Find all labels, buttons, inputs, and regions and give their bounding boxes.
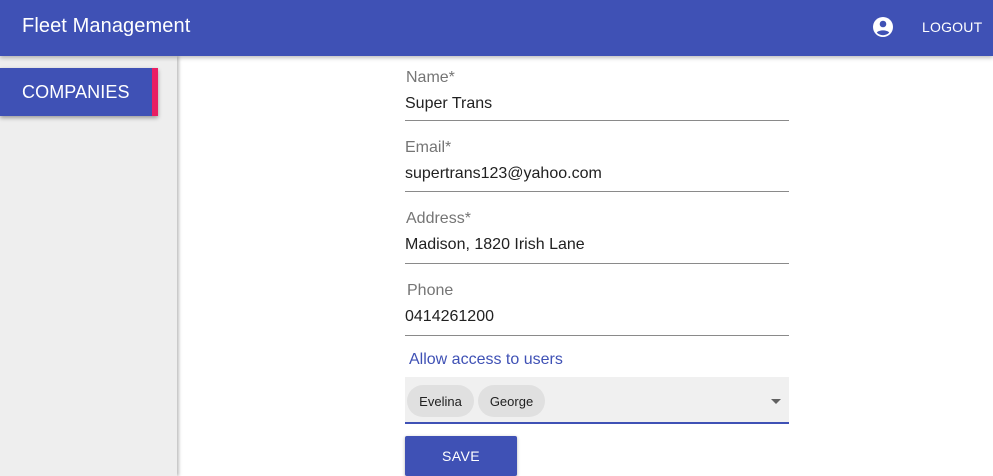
phone-input[interactable]: 0414261200 <box>405 308 789 326</box>
name-input[interactable]: Super Trans <box>405 95 789 113</box>
sidebar: COMPANIES <box>0 56 177 476</box>
save-button[interactable]: SAVE <box>405 436 517 476</box>
address-input[interactable]: Madison, 1820 Irish Lane <box>405 236 789 254</box>
name-underline <box>405 120 789 121</box>
sidebar-item-companies[interactable]: COMPANIES <box>0 68 158 116</box>
logout-button[interactable]: LOGOUT <box>922 19 982 35</box>
phone-underline <box>405 335 789 336</box>
address-label: Address* <box>406 210 471 227</box>
phone-label: Phone <box>407 282 454 299</box>
access-label: Allow access to users <box>409 351 563 368</box>
user-chip[interactable]: Evelina <box>407 385 474 417</box>
email-underline <box>405 191 789 192</box>
sidebar-item-label: COMPANIES <box>22 82 130 102</box>
account-circle-icon <box>873 17 893 37</box>
app-bar: Fleet Management LOGOUT <box>0 0 993 56</box>
account-button[interactable] <box>870 14 896 40</box>
email-label: Email* <box>405 139 452 156</box>
users-select[interactable]: Evelina George <box>405 377 789 424</box>
user-chip[interactable]: George <box>478 385 545 417</box>
email-input[interactable]: supertrans123@yahoo.com <box>405 165 789 183</box>
app-title: Fleet Management <box>22 15 191 37</box>
address-underline <box>405 263 789 264</box>
name-label: Name* <box>406 69 455 86</box>
dropdown-arrow-icon[interactable] <box>771 399 781 404</box>
